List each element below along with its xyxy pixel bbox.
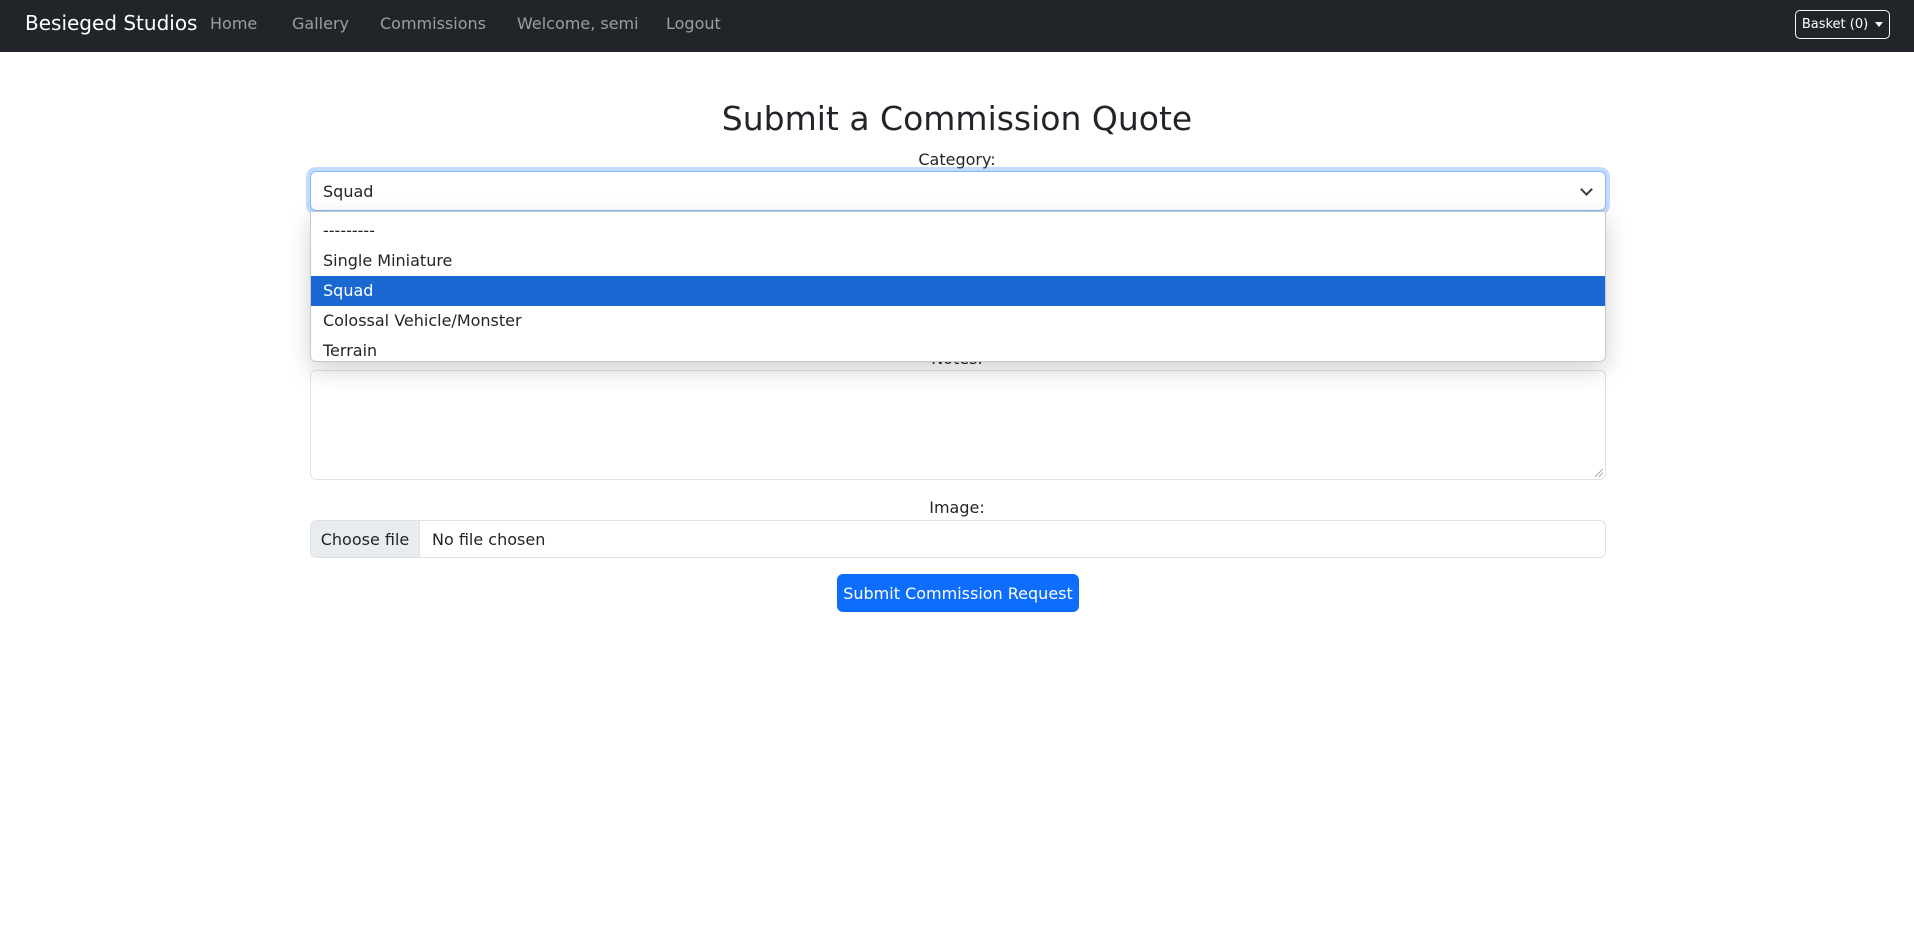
chevron-down-icon — [1580, 183, 1593, 196]
nav-link-logout[interactable]: Logout — [666, 14, 721, 33]
file-status-text: No file chosen — [432, 529, 546, 549]
nav-link-welcome[interactable]: Welcome, semi — [517, 14, 639, 33]
page-title: Submit a Commission Quote — [721, 99, 1193, 138]
nav-link-gallery[interactable]: Gallery — [292, 14, 349, 33]
nav-link-home[interactable]: Home — [210, 14, 257, 33]
category-option-blank[interactable]: --------- — [311, 216, 1605, 246]
category-select[interactable]: Squad — [310, 171, 1606, 211]
image-file-input[interactable]: Choose file No file chosen — [310, 520, 1606, 558]
category-selected-value: Squad — [323, 181, 374, 201]
category-option-colossal-vehicle-monster[interactable]: Colossal Vehicle/Monster — [311, 306, 1605, 336]
nav-link-commissions[interactable]: Commissions — [380, 14, 486, 33]
basket-label: Basket (0) — [1801, 17, 1869, 32]
basket-dropdown-button[interactable]: Basket (0) — [1795, 10, 1890, 39]
navbar: Besieged Studios Home Gallery Commission… — [0, 0, 1914, 52]
resize-grip-icon[interactable] — [1595, 469, 1603, 477]
category-dropdown-list: --------- Single Miniature Squad Colossa… — [310, 211, 1606, 362]
caret-down-icon — [1875, 22, 1884, 27]
category-option-terrain[interactable]: Terrain — [311, 336, 1605, 361]
category-option-squad[interactable]: Squad — [311, 276, 1605, 306]
notes-textarea[interactable] — [310, 370, 1606, 480]
category-label: Category: — [918, 150, 996, 169]
image-label: Image: — [929, 498, 985, 517]
choose-file-button[interactable]: Choose file — [311, 521, 420, 557]
brand-link[interactable]: Besieged Studios — [25, 11, 197, 35]
category-option-single-miniature[interactable]: Single Miniature — [311, 246, 1605, 276]
submit-commission-button[interactable]: Submit Commission Request — [837, 574, 1079, 612]
